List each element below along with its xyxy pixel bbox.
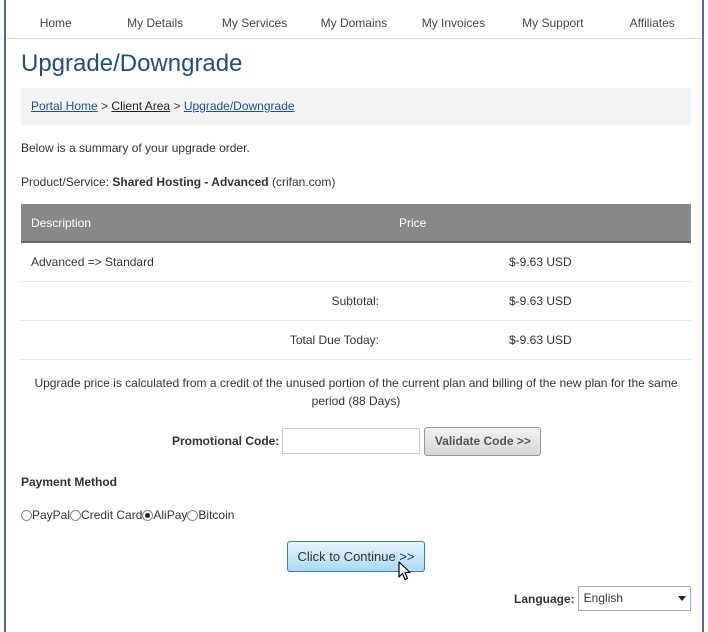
total-value: $-9.63 USD (389, 320, 691, 360)
language-selected: English (583, 591, 624, 605)
total-label: Total Due Today: (21, 320, 389, 360)
validate-code-button[interactable]: Validate Code >> (424, 426, 542, 456)
breadcrumb-separator: > (173, 99, 181, 113)
order-table: Description Price Advanced => Standard $… (21, 204, 691, 360)
product-name: Shared Hosting - Advanced (112, 175, 269, 189)
payment-option-alipay[interactable]: AliPay (142, 508, 187, 522)
payment-option-label: PayPal (32, 508, 71, 522)
payment-options: PayPal Credit Card AliPay Bitcoin (21, 508, 234, 522)
promo-code-input[interactable] (282, 428, 421, 454)
payment-option-paypal[interactable]: PayPal (21, 508, 70, 522)
payment-option-bitcoin[interactable]: Bitcoin (187, 508, 234, 522)
summary-text: Below is a summary of your upgrade order… (21, 141, 250, 155)
radio-paypal[interactable] (21, 509, 32, 521)
subtotal-value: $-9.63 USD (389, 281, 691, 321)
payment-method-title: Payment Method (21, 475, 118, 489)
breadcrumb-current[interactable]: Upgrade/Downgrade (184, 99, 295, 113)
breadcrumb-separator: > (101, 99, 109, 113)
page-title: Upgrade/Downgrade (21, 50, 243, 77)
subtotal-row: Subtotal: $-9.63 USD (21, 281, 691, 321)
radio-credit-card[interactable] (70, 509, 82, 521)
page-frame: Home My Details My Services My Domains M… (4, 0, 704, 632)
radio-alipay[interactable] (142, 509, 154, 521)
col-price: Price (389, 204, 691, 243)
table-header-row: Description Price (21, 204, 691, 243)
payment-option-label: Credit Card (81, 508, 143, 522)
nav-my-details[interactable]: My Details (105, 8, 204, 38)
item-price: $-9.63 USD (389, 242, 691, 282)
main-nav: Home My Details My Services My Domains M… (6, 8, 702, 39)
mouse-pointer-icon (398, 561, 411, 581)
nav-my-domains[interactable]: My Domains (304, 8, 403, 38)
payment-option-label: AliPay (153, 508, 188, 522)
payment-option-credit-card[interactable]: Credit Card (70, 508, 142, 522)
breadcrumb-portal-home[interactable]: Portal Home (31, 99, 98, 113)
breadcrumb: Portal Home > Client Area > Upgrade/Down… (21, 88, 691, 125)
nav-my-support[interactable]: My Support (503, 8, 602, 38)
promo-label: Promotional Code: (172, 434, 280, 448)
nav-home[interactable]: Home (6, 8, 105, 38)
chevron-down-icon (677, 596, 686, 601)
product-label: Product/Service: (21, 175, 110, 189)
language-select[interactable]: English (577, 586, 691, 611)
table-row: Advanced => Standard $-9.63 USD (21, 242, 691, 282)
subtotal-label: Subtotal: (21, 281, 389, 321)
total-row: Total Due Today: $-9.63 USD (21, 320, 691, 360)
language-label: Language: (514, 591, 575, 606)
nav-my-services[interactable]: My Services (205, 8, 304, 38)
upgrade-note: Upgrade price is calculated from a credi… (34, 376, 678, 408)
product-domain: (crifan.com) (271, 175, 336, 189)
radio-bitcoin[interactable] (187, 509, 199, 521)
nav-my-invoices[interactable]: My Invoices (404, 8, 503, 38)
payment-option-label: Bitcoin (198, 508, 235, 522)
item-description: Advanced => Standard (21, 242, 389, 282)
product-line: Product/Service: Shared Hosting - Advanc… (21, 175, 335, 189)
breadcrumb-client-area[interactable]: Client Area (111, 99, 170, 113)
promo-section: Promotional Code: Validate Code >> (172, 426, 542, 456)
col-description: Description (21, 204, 389, 243)
language-section: Language: English (514, 586, 691, 611)
nav-affiliates[interactable]: Affiliates (603, 8, 702, 38)
